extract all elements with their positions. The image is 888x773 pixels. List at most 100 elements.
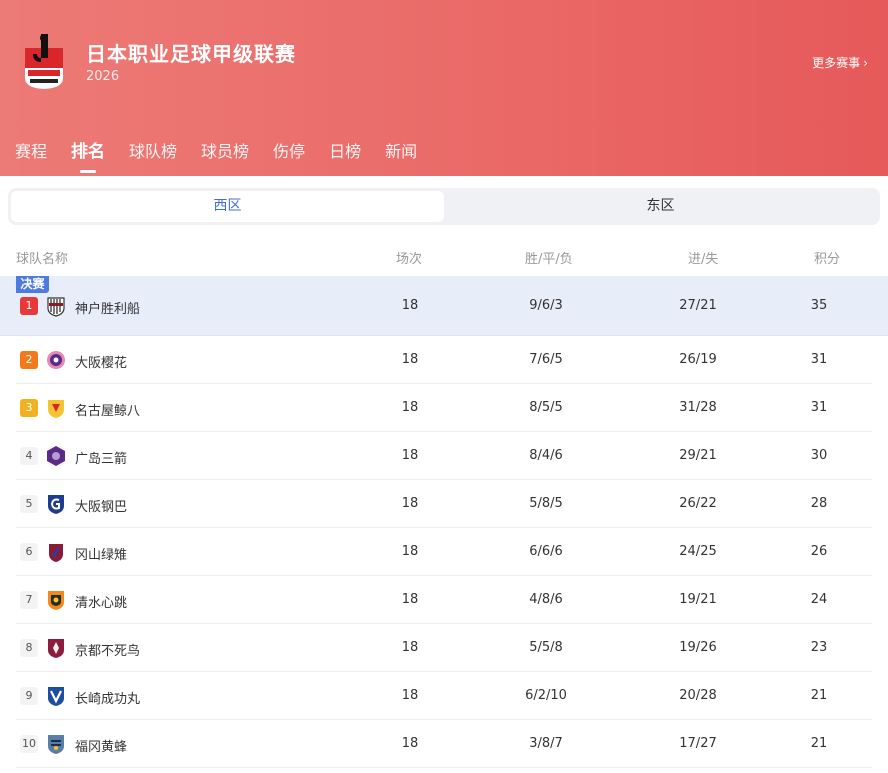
team-name: 冈山绿雉 [75,548,128,563]
league-title: 日本职业足球甲级联赛 [86,42,296,66]
more-competitions-link[interactable]: 更多赛事 › [812,54,868,71]
league-year: 2026 [86,69,120,84]
points: 21 [810,688,828,703]
matches-played: 18 [401,448,419,463]
win-draw-loss: 5/5/8 [529,640,563,655]
rank-badge: 9 [20,687,38,705]
team-name: 福冈黄蜂 [75,740,128,755]
avispa-fukuoka-crest-icon [48,735,64,754]
qualification-tag: 决赛 [16,276,49,293]
j-league-logo [25,34,63,89]
goals-for-against: 26/22 [679,496,717,511]
matches-played: 18 [401,736,419,751]
segment-west[interactable]: 西区 [11,191,444,222]
goals-for-against: 26/19 [679,352,717,367]
team-name: 京都不死鸟 [75,644,141,659]
win-draw-loss: 4/8/6 [529,592,563,607]
points: 23 [810,640,828,655]
column-team: 球队名称 [16,252,69,267]
table-row[interactable]: 10 福冈黄蜂 18 3/8/7 17/27 21 [0,720,888,768]
table-row[interactable]: 5 大阪钢巴 18 5/8/5 26/22 28 [0,480,888,528]
team-name: 广岛三箭 [75,452,128,467]
team-name: 长崎成功丸 [75,692,141,707]
points: 28 [810,496,828,511]
team-name: 大阪樱花 [75,356,128,371]
points: 24 [810,592,828,607]
chevron-right-icon: › [863,56,868,70]
goals-for-against: 29/21 [679,448,717,463]
cerezo-osaka-crest-icon [47,351,65,369]
rank-badge: 6 [20,543,38,561]
tab-daily[interactable]: 日榜 [329,140,361,176]
league-header: 日本职业足球甲级联赛 2026 更多赛事 › 赛程 排名 球队榜 球员榜 伤停 日… [0,0,888,176]
tab-player-stats[interactable]: 球员榜 [201,140,249,176]
table-row[interactable]: 6 冈山绿雉 18 6/6/6 24/25 26 [0,528,888,576]
tab-team-stats[interactable]: 球队榜 [129,140,177,176]
tab-schedule[interactable]: 赛程 [15,140,47,176]
matches-played: 18 [401,544,419,559]
matches-played: 18 [401,592,419,607]
points: 31 [810,400,828,415]
v-varen-nagasaki-crest-icon [48,687,64,706]
table-row[interactable]: 决赛 1 神户胜利船 18 9/6/3 27/21 35 [0,276,888,336]
matches-played: 18 [401,640,419,655]
rank-badge: 10 [20,735,38,753]
table-row[interactable]: 8 京都不死鸟 18 5/5/8 19/26 23 [0,624,888,672]
gamba-osaka-crest-icon [48,495,64,514]
goals-for-against: 19/21 [679,592,717,607]
team-name: 神户胜利船 [75,302,141,317]
kyoto-sanga-crest-icon [48,639,64,658]
sanfrecce-hiroshima-crest-icon [47,446,65,466]
win-draw-loss: 3/8/7 [529,736,563,751]
tab-bar: 赛程 排名 球队榜 球员榜 伤停 日榜 新闻 [0,140,426,176]
goals-for-against: 19/26 [679,640,717,655]
fagiano-okayama-crest-icon [49,544,63,562]
table-row[interactable]: 2 大阪樱花 18 7/6/5 26/19 31 [0,336,888,384]
matches-played: 18 [401,400,419,415]
win-draw-loss: 6/2/10 [525,688,567,703]
tab-news[interactable]: 新闻 [385,140,417,176]
segment-east[interactable]: 东区 [444,191,877,222]
matches-played: 18 [401,496,419,511]
win-draw-loss: 8/4/6 [529,448,563,463]
win-draw-loss: 8/5/5 [529,400,563,415]
goals-for-against: 20/28 [679,688,717,703]
table-row[interactable]: 9 长崎成功丸 18 6/2/10 20/28 21 [0,672,888,720]
tab-injuries[interactable]: 伤停 [273,140,305,176]
rank-badge: 1 [20,297,38,315]
table-row[interactable]: 4 广岛三箭 18 8/4/6 29/21 30 [0,432,888,480]
rank-badge: 5 [20,495,38,513]
points: 31 [810,352,828,367]
rank-badge: 3 [20,399,38,417]
table-row[interactable]: 7 清水心跳 18 4/8/6 19/21 24 [0,576,888,624]
points: 21 [810,736,828,751]
goals-for-against: 17/27 [679,736,717,751]
column-wdl: 胜/平/负 [525,252,573,267]
team-name: 清水心跳 [75,596,128,611]
table-row[interactable]: 3 名古屋鲸八 18 8/5/5 31/28 31 [0,384,888,432]
nagoya-grampus-crest-icon [48,400,64,418]
shimizu-spulse-crest-icon [48,591,64,610]
rank-badge: 7 [20,591,38,609]
matches-played: 18 [401,688,419,703]
rank-badge: 4 [20,447,38,465]
matches-played: 18 [401,352,419,367]
goals-for-against: 24/25 [679,544,717,559]
win-draw-loss: 6/6/6 [529,544,563,559]
column-played: 场次 [396,252,423,267]
win-draw-loss: 9/6/3 [529,298,563,313]
tab-standings[interactable]: 排名 [71,140,105,176]
rank-badge: 8 [20,639,38,657]
conference-switch: 西区 东区 [8,188,880,225]
goals-for-against: 31/28 [679,400,717,415]
standings-header: 球队名称 场次 胜/平/负 进/失 积分 [0,244,888,268]
points: 35 [810,298,828,313]
win-draw-loss: 7/6/5 [529,352,563,367]
rank-badge: 2 [20,351,38,369]
win-draw-loss: 5/8/5 [529,496,563,511]
team-name: 大阪钢巴 [75,500,128,515]
more-competitions-label: 更多赛事 [812,56,861,70]
matches-played: 18 [401,298,419,313]
team-name: 名古屋鲸八 [75,404,141,419]
points: 26 [810,544,828,559]
